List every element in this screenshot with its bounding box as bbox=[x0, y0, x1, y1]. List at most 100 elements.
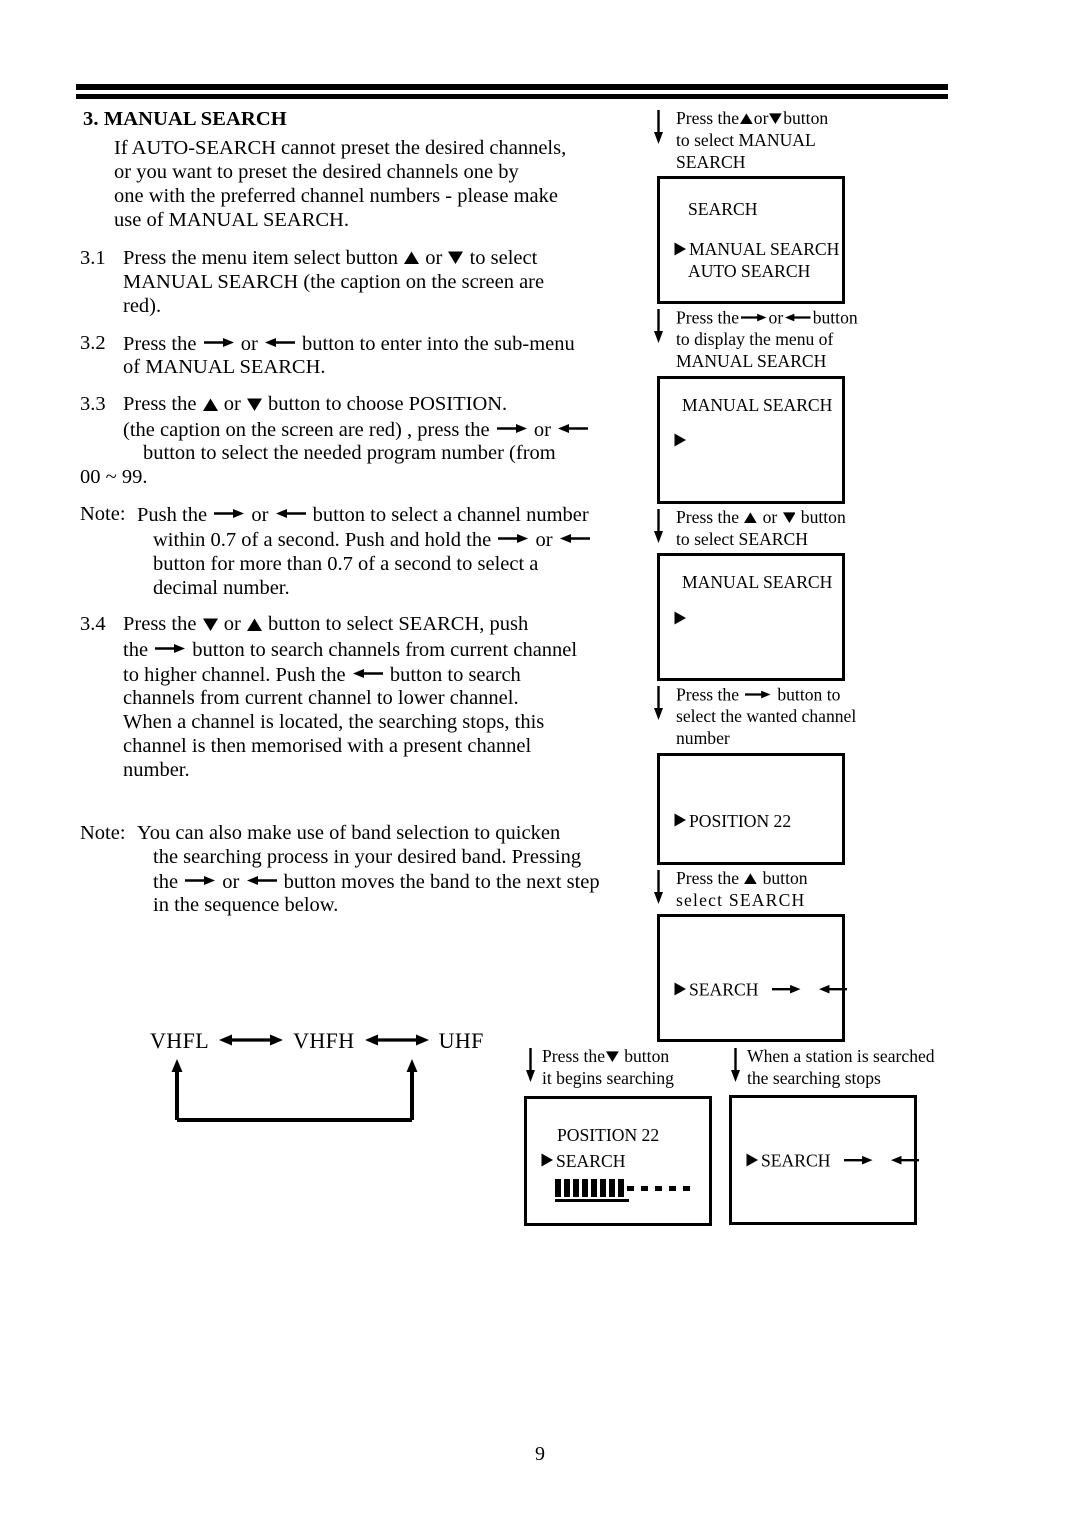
flow-step-caption: Press the button it begins searching bbox=[520, 1046, 712, 1090]
progress-segment-filled bbox=[618, 1178, 624, 1197]
progress-segment-empty bbox=[683, 1185, 690, 1191]
triangle-down-icon bbox=[202, 614, 218, 638]
text-line: the searching process in your desired ba… bbox=[153, 846, 640, 870]
text-run: Press the bbox=[676, 108, 740, 128]
screen-line-text: MANUAL SEARCH bbox=[682, 572, 833, 593]
arrow-down-icon bbox=[525, 1048, 536, 1088]
bottom-flow-step-2: When a station is searched the searching … bbox=[725, 1046, 935, 1226]
arrow-down-icon bbox=[653, 869, 664, 910]
text-run: or bbox=[420, 246, 448, 269]
progress-segment-filled bbox=[582, 1178, 588, 1197]
text-run: or bbox=[218, 613, 246, 636]
text-run: the searching stops bbox=[747, 1067, 881, 1088]
text-run: button to select SEARCH, push bbox=[262, 613, 529, 636]
arrow-right-icon bbox=[745, 684, 771, 706]
manual-search-screen-1[interactable]: MANUAL SEARCH bbox=[657, 375, 845, 504]
search-stopped-screen[interactable]: SEARCH bbox=[729, 1095, 920, 1226]
text-run: When a channel is located, the searching… bbox=[123, 711, 545, 734]
arrow-left-icon bbox=[558, 418, 589, 442]
text-run: select SEARCH bbox=[676, 889, 806, 910]
progress-segment-filled bbox=[609, 1178, 615, 1197]
text-run: or bbox=[758, 506, 782, 527]
text-run: button bbox=[783, 108, 829, 128]
text-run: Press the bbox=[123, 332, 202, 355]
text-line: button to select the needed program numb… bbox=[123, 442, 640, 466]
text-run: button to search channels from current c… bbox=[187, 638, 578, 661]
text-line: channels from current channel to lower c… bbox=[123, 687, 640, 711]
flow-step-5: Press the button select SEARCH SEARCH bbox=[648, 868, 948, 1043]
step-3-2: 3.2 Press the or button to enter into the… bbox=[80, 332, 640, 381]
progress-segment-empty bbox=[669, 1185, 676, 1191]
text-line: channel is then memorised with a present… bbox=[123, 735, 640, 759]
arrow-left-icon bbox=[275, 503, 306, 527]
text-run: number bbox=[676, 728, 730, 749]
text-run: the bbox=[153, 870, 184, 893]
text-run: to display the menu of bbox=[676, 329, 834, 350]
cursor-triangle-icon bbox=[746, 1151, 758, 1172]
caption-line: to select SEARCH bbox=[676, 529, 948, 551]
text-run: SEARCH bbox=[676, 151, 746, 172]
step-number: 3.2 bbox=[80, 331, 106, 354]
text-line: 00 ~ 99. bbox=[80, 466, 640, 490]
text-run: button bbox=[796, 506, 846, 527]
search-direction-screen[interactable]: SEARCH bbox=[657, 914, 848, 1043]
screen-arrow-wrap bbox=[817, 980, 850, 1000]
screen-line-text: POSITION 22 bbox=[557, 1124, 660, 1145]
screen-line: SEARCH bbox=[674, 979, 849, 1001]
screen-line-text: AUTO SEARCH bbox=[688, 261, 811, 282]
double-arrow-icon bbox=[219, 1028, 284, 1054]
progress-segment-filled bbox=[591, 1178, 597, 1197]
arrow-down-icon bbox=[653, 686, 664, 726]
caption-line: number bbox=[676, 728, 948, 750]
text-line: red). bbox=[123, 295, 640, 319]
text-run: to higher channel. Push the bbox=[123, 663, 351, 686]
flow-step-1: Press the or button to select MANUAL SEARCH S… bbox=[648, 108, 948, 305]
flow-step-3: Press the or button to select SEARCH MANUA… bbox=[648, 507, 948, 682]
triangle-up-icon bbox=[744, 868, 758, 890]
caption-line: select SEARCH bbox=[676, 890, 948, 912]
text-line: of MANUAL SEARCH. bbox=[123, 356, 640, 380]
screen-line-text: MANUAL SEARCH bbox=[682, 394, 833, 415]
manual-page: 3. MANUAL SEARCH If AUTO-SEARCH cannot p… bbox=[0, 0, 1080, 1527]
arrow-right-icon bbox=[203, 332, 234, 356]
text-run: You can also make use of band selection … bbox=[137, 821, 561, 844]
text-run: channel is then memorised with a present… bbox=[123, 735, 532, 758]
text-line: button for more than 0.7 of a second to … bbox=[153, 553, 640, 577]
flow-step-2: Press the or button to display the menu of M… bbox=[648, 307, 948, 504]
text-run: the bbox=[123, 638, 154, 661]
flow-step-caption: Press the or button to display the menu of M… bbox=[648, 307, 948, 372]
text-run: button to bbox=[772, 684, 841, 705]
cursor-triangle-icon bbox=[674, 240, 686, 261]
screen-line: POSITION 22 bbox=[557, 1125, 659, 1146]
searching-progress-screen[interactable]: POSITION 22 SEARCH bbox=[524, 1095, 712, 1226]
text-line: in the sequence below. bbox=[153, 894, 640, 918]
bottom-flow-step-1: Press the button it begins searching POSIT… bbox=[520, 1046, 712, 1226]
caption-line: MANUAL SEARCH bbox=[676, 351, 948, 373]
text-run: Press the menu item select button bbox=[123, 246, 404, 269]
screen-arrow-wrap bbox=[889, 1151, 922, 1171]
text-line: the button to search channels from curre… bbox=[123, 638, 640, 663]
flow-step-caption: Press the or button to select SEARCH bbox=[648, 507, 948, 551]
text-line: Press the or button to choose POSITION. bbox=[123, 393, 640, 417]
manual-search-screen-2[interactable]: MANUAL SEARCH bbox=[657, 553, 845, 682]
triangle-up-icon bbox=[404, 247, 420, 271]
text-run: When a station is searched bbox=[747, 1046, 935, 1066]
triangle-down-icon bbox=[448, 247, 464, 271]
note-label: Note: bbox=[80, 503, 126, 526]
arrow-down-icon bbox=[653, 508, 664, 549]
screen-line: AUTO SEARCH bbox=[688, 261, 810, 282]
text-run: select the wanted channel bbox=[676, 706, 857, 727]
caption-line: to display the menu of bbox=[676, 329, 948, 351]
search-menu-screen[interactable]: SEARCH MANUAL SEARCH AUTO SEARCH bbox=[657, 176, 845, 305]
caption-line: to select MANUAL bbox=[676, 130, 948, 152]
flow-step-caption: Press the or button to select MANUAL SEARCH bbox=[648, 108, 948, 173]
text-run: to select bbox=[464, 246, 538, 269]
position-screen[interactable]: POSITION 22 bbox=[657, 752, 845, 865]
section-title-text: MANUAL SEARCH bbox=[103, 108, 287, 130]
band-label-uhf: UHF bbox=[438, 1028, 484, 1053]
triangle-down-icon bbox=[769, 108, 783, 130]
text-run: button to choose POSITION. bbox=[262, 393, 508, 416]
text-run: or bbox=[218, 393, 246, 416]
arrow-left-icon bbox=[818, 979, 848, 1000]
arrow-left-icon bbox=[559, 528, 590, 552]
